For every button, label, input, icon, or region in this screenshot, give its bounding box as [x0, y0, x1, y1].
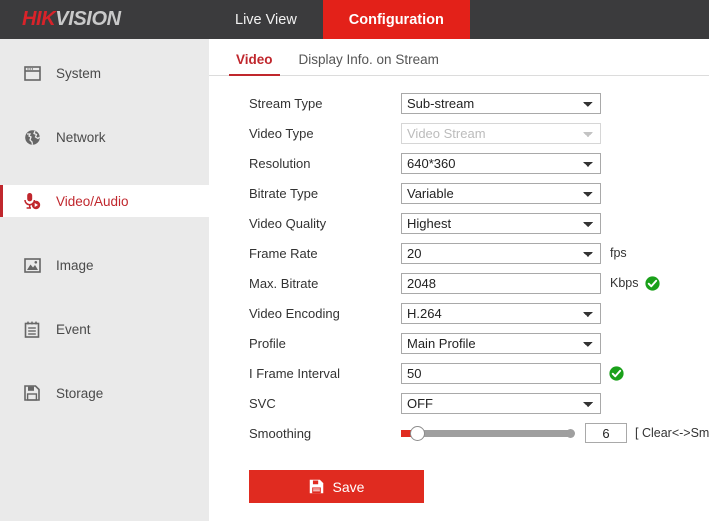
- notepad-icon: [22, 319, 42, 339]
- top-navigation: Live View Configuration: [209, 0, 470, 39]
- tab-video[interactable]: Video: [223, 52, 286, 76]
- sidebar: System Network Video/Audio Image Event S…: [0, 39, 209, 521]
- sidebar-item-video-audio[interactable]: Video/Audio: [0, 185, 209, 217]
- microphone-icon: [22, 191, 42, 211]
- form-row-video-quality: Video Quality Highest: [209, 208, 709, 238]
- label-resolution: Resolution: [249, 155, 311, 171]
- globe-icon: [22, 127, 42, 147]
- field-stream-type: Sub-stream: [401, 92, 601, 114]
- sidebar-item-image[interactable]: Image: [0, 249, 209, 281]
- tab-display-info-on-stream[interactable]: Display Info. on Stream: [286, 52, 452, 75]
- tab-bar: Video Display Info. on Stream: [209, 39, 709, 76]
- sidebar-item-storage[interactable]: Storage: [0, 377, 209, 409]
- bitrate-type-select[interactable]: Variable: [401, 182, 601, 204]
- sidebar-item-label: System: [56, 65, 102, 81]
- smoothing-slider[interactable]: [401, 423, 575, 444]
- smoothing-value-input[interactable]: [585, 423, 627, 443]
- label-bitrate-type: Bitrate Type: [249, 185, 319, 201]
- sidebar-item-label: Event: [56, 321, 91, 337]
- profile-select[interactable]: Main Profile: [401, 332, 601, 354]
- slider-end-cap: [566, 428, 575, 438]
- form-row-resolution: Resolution 640*360: [209, 148, 709, 178]
- valid-check-icon: [644, 275, 660, 291]
- form-row-stream-type: Stream Type Sub-stream: [209, 88, 709, 118]
- save-area: Save: [209, 448, 709, 503]
- save-button[interactable]: Save: [249, 470, 424, 503]
- form-row-video-encoding: Video Encoding H.264: [209, 298, 709, 328]
- floppy-disk-icon: [309, 479, 324, 494]
- window-icon: [22, 63, 42, 83]
- field-i-frame-interval: [401, 362, 601, 384]
- form-row-profile: Profile Main Profile: [209, 328, 709, 358]
- field-video-type: Video Stream: [401, 122, 601, 144]
- unit-max-bitrate: Kbps: [610, 276, 639, 290]
- sidebar-item-network[interactable]: Network: [0, 121, 209, 153]
- form-row-bitrate-type: Bitrate Type Variable: [209, 178, 709, 208]
- slider-track[interactable]: [401, 425, 575, 441]
- form-row-frame-rate: Frame Rate 20 fps: [209, 238, 709, 268]
- field-resolution: 640*360: [401, 152, 601, 174]
- sidebar-item-system[interactable]: System: [0, 57, 209, 89]
- video-encoding-select[interactable]: H.264: [401, 302, 601, 324]
- sidebar-item-label: Storage: [56, 385, 104, 401]
- max-bitrate-input[interactable]: [401, 272, 601, 294]
- label-profile: Profile: [249, 335, 286, 351]
- field-bitrate-type: Variable: [401, 182, 601, 204]
- nav-item-live-view[interactable]: Live View: [209, 0, 323, 39]
- label-stream-type: Stream Type: [249, 95, 323, 111]
- label-i-frame-interval: I Frame Interval: [249, 365, 341, 381]
- label-svc: SVC: [249, 395, 276, 411]
- label-video-encoding: Video Encoding: [249, 305, 340, 321]
- form-row-svc: SVC OFF: [209, 388, 709, 418]
- field-video-quality: Highest: [401, 212, 601, 234]
- label-smoothing: Smoothing: [249, 425, 312, 441]
- field-max-bitrate: [401, 272, 601, 294]
- unit-frame-rate: fps: [610, 246, 627, 260]
- logo-text-hik: HIK: [22, 8, 56, 30]
- frame-rate-select[interactable]: 20: [401, 242, 601, 264]
- sidebar-item-label: Video/Audio: [56, 193, 129, 209]
- nav-item-configuration[interactable]: Configuration: [322, 0, 470, 39]
- label-frame-rate: Frame Rate: [249, 245, 318, 261]
- save-button-label: Save: [332, 478, 365, 495]
- form-row-smoothing: Smoothing [ Clear<->Smooth ]: [209, 418, 709, 448]
- video-type-select: Video Stream: [401, 122, 601, 144]
- form-row-video-type: Video Type Video Stream: [209, 118, 709, 148]
- field-frame-rate: 20: [401, 242, 601, 264]
- picture-icon: [22, 255, 42, 275]
- form-row-i-frame-interval: I Frame Interval: [209, 358, 709, 388]
- slider-handle[interactable]: [410, 425, 425, 441]
- smoothing-hint: [ Clear<->Smooth ]: [635, 426, 709, 440]
- form-row-max-bitrate: Max. Bitrate Kbps: [209, 268, 709, 298]
- label-video-quality: Video Quality: [249, 215, 327, 231]
- label-max-bitrate: Max. Bitrate: [249, 275, 319, 291]
- stream-type-select[interactable]: Sub-stream: [401, 92, 601, 114]
- field-video-encoding: H.264: [401, 302, 601, 324]
- floppy-disk-icon: [22, 383, 42, 403]
- i-frame-interval-input[interactable]: [401, 362, 601, 384]
- field-profile: Main Profile: [401, 332, 601, 354]
- resolution-select[interactable]: 640*360: [401, 152, 601, 174]
- content-panel: Video Display Info. on Stream Stream Typ…: [209, 39, 709, 521]
- field-svc: OFF: [401, 392, 601, 414]
- configuration-page: HIK VISION Live View Configuration System: [0, 0, 709, 521]
- valid-check-icon: [609, 365, 624, 381]
- hikvision-logo: HIK VISION: [0, 0, 209, 39]
- video-settings-form: Stream Type Sub-stream Video Type Video …: [209, 76, 709, 503]
- svc-select[interactable]: OFF: [401, 392, 601, 414]
- sidebar-item-label: Network: [56, 129, 106, 145]
- label-video-type: Video Type: [249, 125, 314, 141]
- top-bar: HIK VISION Live View Configuration: [0, 0, 709, 39]
- logo-text-vision: VISION: [55, 8, 121, 30]
- sidebar-item-label: Image: [56, 257, 94, 273]
- video-quality-select[interactable]: Highest: [401, 212, 601, 234]
- sidebar-item-event[interactable]: Event: [0, 313, 209, 345]
